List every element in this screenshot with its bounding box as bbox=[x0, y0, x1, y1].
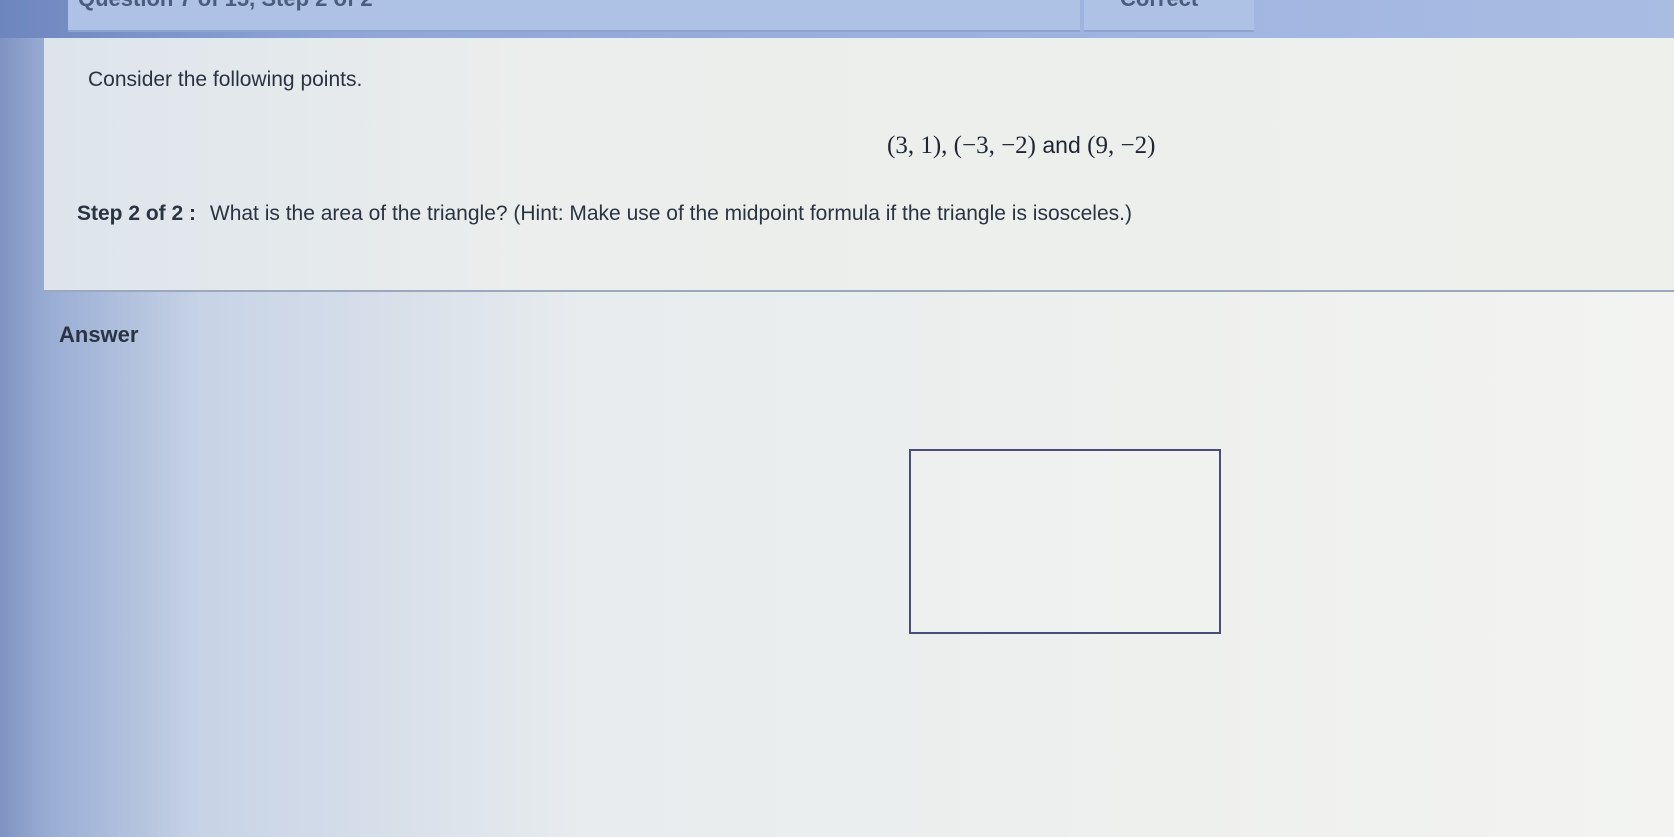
answer-label: Answer bbox=[59, 322, 139, 347]
step-label: Step 2 of 2 : bbox=[77, 202, 197, 225]
question-progress-text: Question 7 of 15, Step 2 of 2 bbox=[78, 0, 373, 12]
points-last: (9, −2) bbox=[1087, 132, 1156, 159]
question-card: Consider the following points. (3, 1), (… bbox=[44, 38, 1674, 292]
answer-input[interactable] bbox=[909, 449, 1221, 634]
status-text: Correct bbox=[1120, 0, 1198, 12]
step-prompt: Step 2 of 2 : What is the area of the tr… bbox=[77, 202, 1132, 226]
top-header-bar: Question 7 of 15, Step 2 of 2 Correct bbox=[0, 0, 1674, 38]
points-first: (3, 1), (−3, −2) bbox=[887, 132, 1036, 159]
points-and: and bbox=[1042, 132, 1081, 158]
step-question: What is the area of the triangle? (Hint:… bbox=[209, 202, 1132, 225]
question-intro: Consider the following points. bbox=[88, 68, 363, 91]
points-expression: (3, 1), (−3, −2) and (9, −2) bbox=[887, 132, 1155, 160]
